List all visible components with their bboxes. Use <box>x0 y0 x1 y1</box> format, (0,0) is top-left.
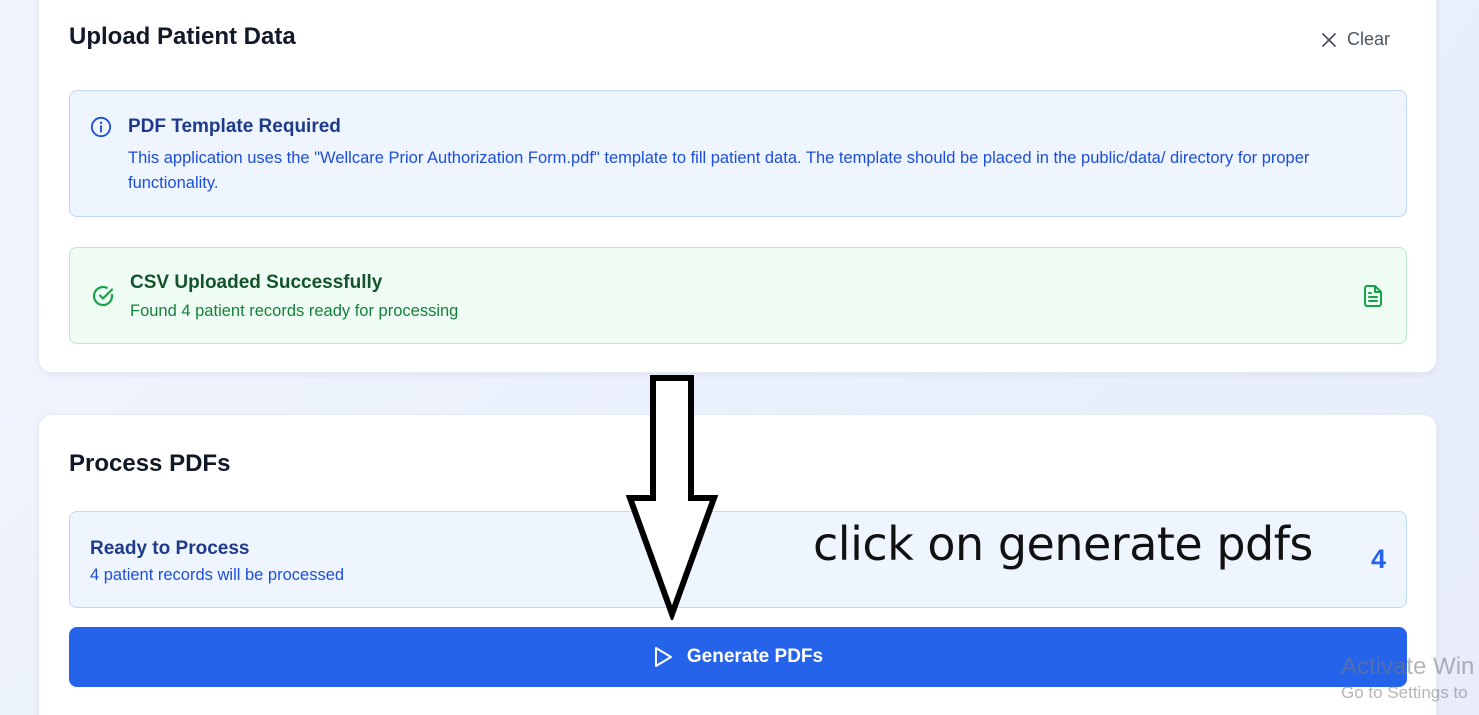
clear-button[interactable]: Clear <box>1317 25 1394 54</box>
ready-title: Ready to Process <box>90 538 250 559</box>
info-icon <box>90 116 112 138</box>
process-section-title: Process PDFs <box>69 450 231 477</box>
info-alert-title: PDF Template Required <box>128 116 341 137</box>
clear-button-label: Clear <box>1346 29 1390 49</box>
windows-activation-watermark: Activate Win Go to Settings to <box>1341 652 1474 704</box>
generate-pdfs-label: Generate PDFs <box>686 646 824 667</box>
upload-section-title: Upload Patient Data <box>69 23 296 50</box>
generate-pdfs-button[interactable]: Generate PDFs <box>69 627 1407 687</box>
play-icon <box>654 647 672 667</box>
info-alert-body: This application uses the "Wellcare Prio… <box>128 149 1310 192</box>
ready-subtitle: 4 patient records will be processed <box>90 566 345 584</box>
record-count: 4 <box>1370 544 1386 574</box>
success-alert-body: Found 4 patient records ready for proces… <box>130 302 459 320</box>
success-alert-title: CSV Uploaded Successfully <box>130 272 383 293</box>
upload-patient-data-card: Upload Patient Data Clear PDF Template R… <box>38 0 1437 373</box>
watermark-subtitle: Go to Settings to <box>1341 683 1468 702</box>
pdf-template-info-alert: PDF Template Required This application u… <box>69 90 1407 217</box>
watermark-title: Activate Win <box>1341 653 1475 680</box>
annotation-text: click on generate pdfs <box>813 517 1313 571</box>
close-icon <box>1322 32 1336 47</box>
csv-upload-success-alert: CSV Uploaded Successfully Found 4 patien… <box>69 247 1407 344</box>
down-arrow-icon <box>626 375 719 620</box>
file-text-icon <box>1364 285 1382 307</box>
check-circle-icon <box>92 285 114 307</box>
